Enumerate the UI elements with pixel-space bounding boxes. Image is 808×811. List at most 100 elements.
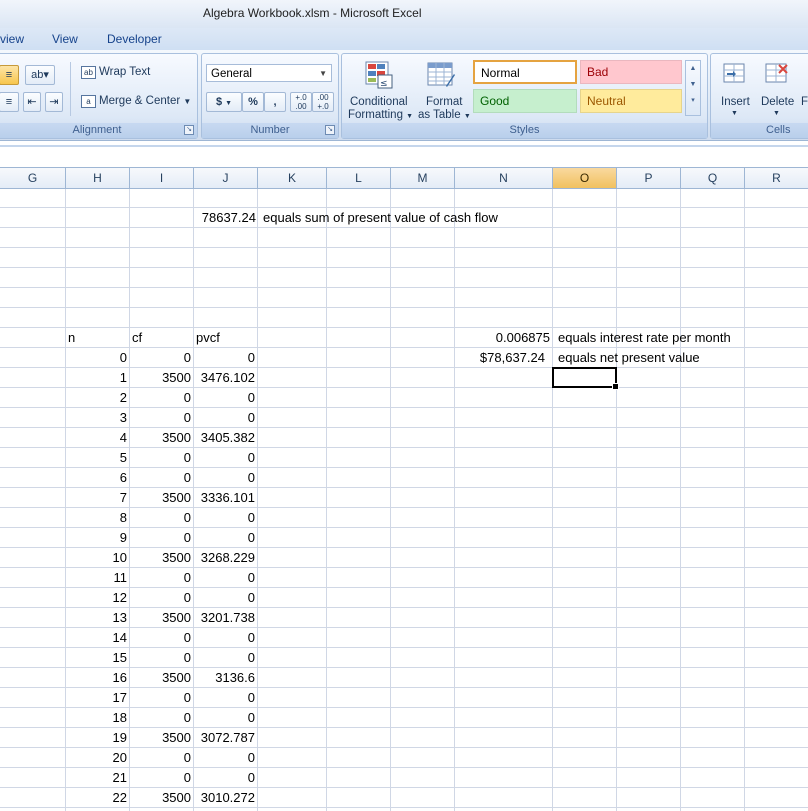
cell-pvcf[interactable]: 3268.229 [194,548,255,568]
cell-n-index[interactable]: 7 [66,488,127,508]
cell-n-index[interactable]: 8 [66,508,127,528]
cell-cf[interactable]: 3500 [130,728,191,748]
decrease-indent-button[interactable]: ⇤ [23,92,41,112]
cell-n-index[interactable]: 4 [66,428,127,448]
selected-cell[interactable] [552,367,619,390]
cell-n-index[interactable]: 13 [66,608,127,628]
cell-cf[interactable]: 0 [130,628,191,648]
conditional-formatting-button-line2[interactable]: Formatting ▼ [348,109,413,121]
wrap-text-button[interactable]: ab Wrap Text [81,66,150,79]
cell-n-npv[interactable]: $78,637.24 [455,348,545,368]
increase-indent-button[interactable]: ⇥ [45,92,63,112]
currency-button[interactable]: $ ▼ [206,92,242,112]
cell-cf[interactable]: 0 [130,748,191,768]
cell-pvcf[interactable]: 0 [194,408,255,428]
column-header-l[interactable]: L [327,168,391,188]
scroll-down-icon[interactable]: ▼ [686,77,700,93]
cell-cf[interactable]: 0 [130,568,191,588]
column-header-j[interactable]: J [194,168,258,188]
cell-cf[interactable]: 3500 [130,788,191,808]
column-header-n[interactable]: N [455,168,553,188]
column-header-o[interactable]: O [553,168,617,188]
format-as-table-button[interactable]: Format [426,96,462,108]
cell-pvcf[interactable]: 3476.102 [194,368,255,388]
cell-n-index[interactable]: 0 [66,348,127,368]
cell-cf[interactable]: 3500 [130,608,191,628]
cell-n-index[interactable]: 6 [66,468,127,488]
cell-cf[interactable]: 0 [130,468,191,488]
style-neutral[interactable]: Neutral [580,89,682,113]
style-bad[interactable]: Bad [580,60,682,84]
cell-pvcf[interactable]: 3336.101 [194,488,255,508]
cell-cf[interactable]: 0 [130,648,191,668]
increase-decimal-button[interactable]: +.0 .00 [290,92,312,112]
column-header-i[interactable]: I [130,168,194,188]
conditional-formatting-button[interactable]: Conditional [350,96,408,108]
cell-n-index[interactable]: 22 [66,788,127,808]
cell-n-index[interactable]: 14 [66,628,127,648]
cell-n-index[interactable]: 3 [66,408,127,428]
cell-pvcf[interactable]: 0 [194,468,255,488]
align-right-button[interactable]: ≡ [0,92,19,112]
cell-cf[interactable]: 0 [130,408,191,428]
format-cells-button[interactable]: Fo [801,96,808,108]
style-good[interactable]: Good [473,89,577,113]
column-header-p[interactable]: P [617,168,681,188]
cell-cf[interactable]: 0 [130,768,191,788]
cell-n-index[interactable]: 9 [66,528,127,548]
cell-n-index[interactable]: 1 [66,368,127,388]
cell-pvcf[interactable]: 3405.382 [194,428,255,448]
column-header-q[interactable]: Q [681,168,745,188]
cell-n-index[interactable]: 17 [66,688,127,708]
header-cf[interactable]: cf [132,328,142,348]
worksheet-grid[interactable]: 78637.24 equals sum of present value of … [0,189,808,811]
cell-k-sum-label[interactable]: equals sum of present value of cash flow [263,208,498,228]
cell-pvcf[interactable]: 0 [194,748,255,768]
comma-button[interactable]: , [264,92,286,112]
cell-o-rate-label[interactable]: equals interest rate per month [558,328,731,348]
cell-pvcf[interactable]: 3201.738 [194,608,255,628]
cell-cf[interactable]: 0 [130,528,191,548]
cell-pvcf[interactable]: 0 [194,448,255,468]
cell-pvcf[interactable]: 0 [194,528,255,548]
cell-cf[interactable]: 3500 [130,488,191,508]
cell-cf[interactable]: 0 [130,388,191,408]
cell-pvcf[interactable]: 0 [194,568,255,588]
cell-pvcf[interactable]: 0 [194,628,255,648]
cell-n-index[interactable]: 18 [66,708,127,728]
cell-cf[interactable]: 3500 [130,368,191,388]
cell-j-sum[interactable]: 78637.24 [194,208,256,228]
styles-gallery-scroll[interactable]: ▲ ▼ ▾ [685,60,701,116]
cell-cf[interactable]: 0 [130,708,191,728]
cell-cf[interactable]: 0 [130,508,191,528]
fill-handle[interactable] [612,383,619,390]
gallery-more-icon[interactable]: ▾ [686,93,700,109]
cell-cf[interactable]: 0 [130,588,191,608]
cell-pvcf[interactable]: 0 [194,688,255,708]
column-header-k[interactable]: K [258,168,327,188]
cell-o-npv-label[interactable]: equals net present value [558,348,700,368]
percent-button[interactable]: % [242,92,264,112]
alignment-dialog-launcher[interactable]: ↘ [184,125,194,135]
orientation-button[interactable]: ab▾ [25,65,55,85]
cell-pvcf[interactable]: 0 [194,588,255,608]
column-header-h[interactable]: H [66,168,130,188]
header-pvcf[interactable]: pvcf [196,328,220,348]
cell-n-index[interactable]: 10 [66,548,127,568]
cell-cf[interactable]: 0 [130,448,191,468]
cell-pvcf[interactable]: 0 [194,388,255,408]
column-header-r[interactable]: R [745,168,808,188]
cell-n-index[interactable]: 19 [66,728,127,748]
cell-cf[interactable]: 3500 [130,548,191,568]
insert-button[interactable]: Insert [721,96,750,108]
format-as-table-button-line2[interactable]: as Table ▼ [418,109,471,121]
number-dialog-launcher[interactable]: ↘ [325,125,335,135]
tab-developer[interactable]: Developer [107,32,162,46]
number-format-select[interactable]: General ▼ [206,64,332,82]
cell-pvcf[interactable]: 3010.272 [194,788,255,808]
column-header-g[interactable]: G [0,168,66,188]
header-n[interactable]: n [68,328,75,348]
cell-n-index[interactable]: 15 [66,648,127,668]
tab-view-partial[interactable]: view [0,32,24,46]
cell-n-index[interactable]: 12 [66,588,127,608]
